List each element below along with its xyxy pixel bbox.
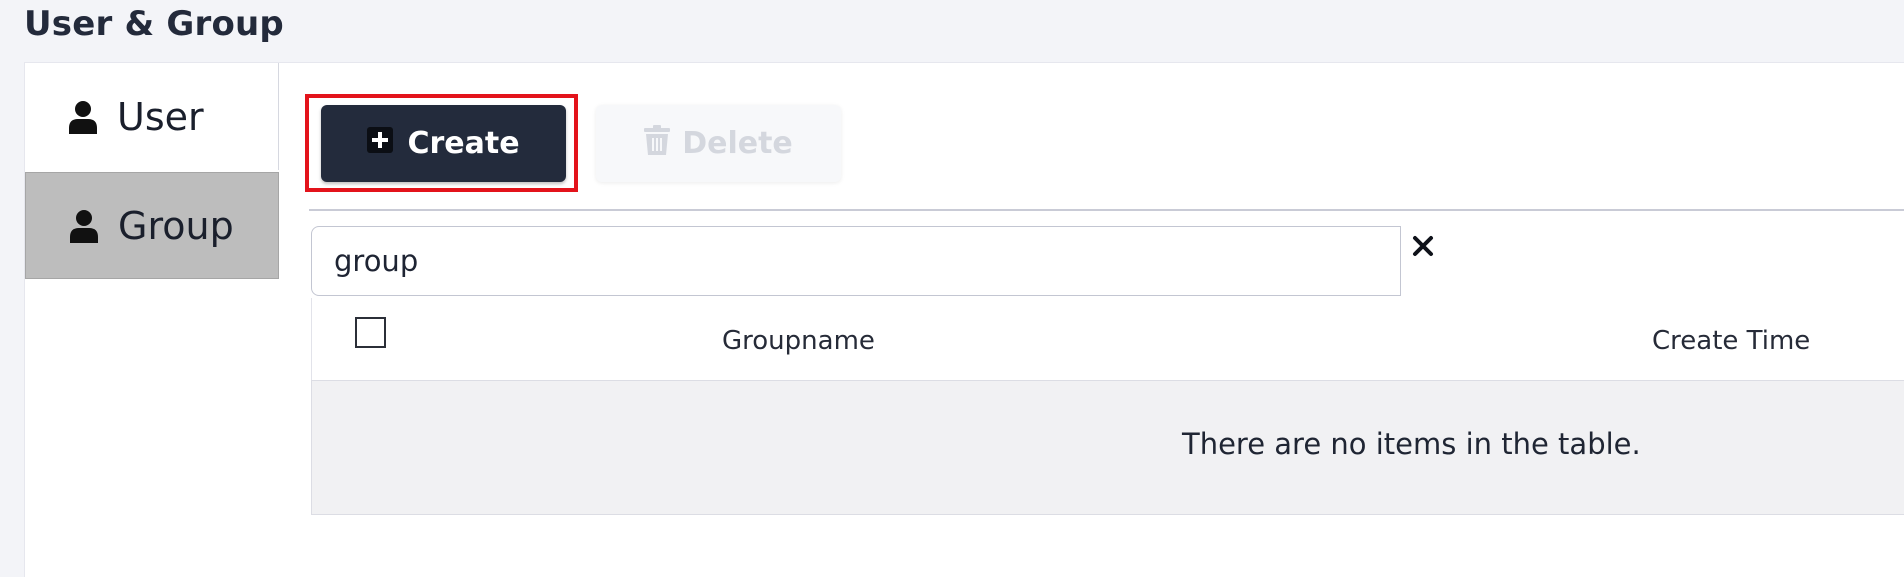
column-header-create-time[interactable]: Create Time bbox=[1652, 326, 1810, 356]
table-header: Groupname Create Time bbox=[311, 298, 1904, 380]
create-button-label: Create bbox=[407, 126, 520, 161]
column-header-groupname[interactable]: Groupname bbox=[722, 326, 875, 356]
delete-button-label: Delete bbox=[682, 126, 793, 161]
search-input[interactable] bbox=[311, 226, 1401, 296]
sidebar-item-label: Group bbox=[118, 203, 234, 248]
user-icon bbox=[69, 100, 97, 134]
toolbar-divider bbox=[309, 209, 1904, 211]
sidebar-item-user[interactable]: User bbox=[25, 63, 279, 170]
close-icon[interactable] bbox=[1408, 231, 1438, 261]
trash-icon bbox=[644, 124, 671, 163]
plus-square-icon bbox=[367, 126, 394, 161]
user-icon bbox=[70, 209, 98, 243]
delete-button[interactable]: Delete bbox=[596, 105, 841, 182]
page-title: User & Group bbox=[24, 4, 284, 44]
create-button[interactable]: Create bbox=[321, 105, 566, 182]
sidebar-item-group[interactable]: Group bbox=[25, 172, 279, 279]
main-panel: User Group Create Delete group Groupname… bbox=[24, 62, 1904, 577]
table-body: There are no items in the table. bbox=[311, 380, 1904, 515]
select-all-checkbox[interactable] bbox=[355, 317, 386, 348]
sidebar-item-label: User bbox=[117, 94, 204, 139]
empty-table-message: There are no items in the table. bbox=[1182, 427, 1641, 461]
